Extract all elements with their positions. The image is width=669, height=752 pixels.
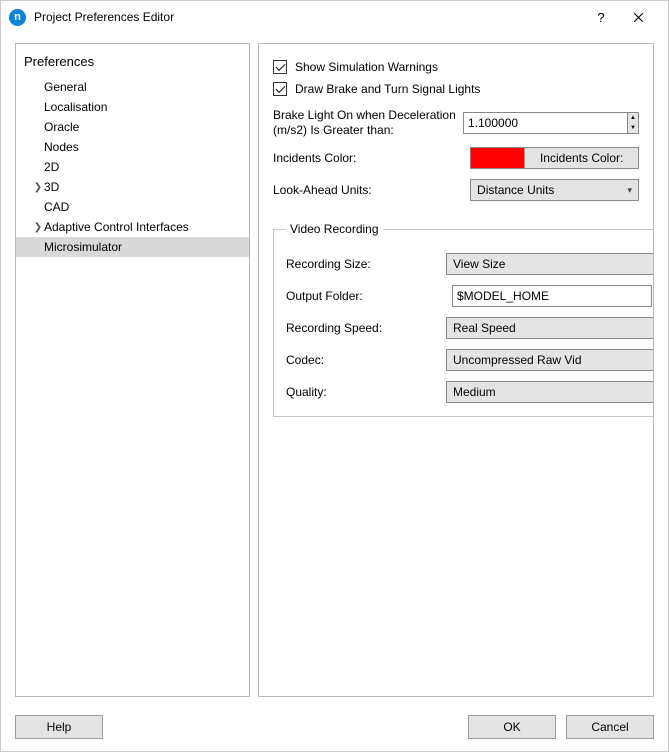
quality-label: Quality: <box>286 385 446 400</box>
tree-item-adaptive-control[interactable]: ❯Adaptive Control Interfaces <box>16 217 249 237</box>
spinner-down-icon[interactable]: ▼ <box>628 123 638 133</box>
draw-lights-label: Draw Brake and Turn Signal Lights <box>295 82 480 96</box>
recording-size-label: Recording Size: <box>286 257 446 272</box>
chevron-down-icon: ▾ <box>627 185 632 196</box>
close-icon <box>633 12 644 23</box>
help-titlebar-button[interactable]: ? <box>584 2 618 32</box>
output-folder-input[interactable] <box>452 285 652 307</box>
incidents-color-button[interactable]: Incidents Color: <box>470 147 639 169</box>
settings-panel: Show Simulation Warnings Draw Brake and … <box>258 43 654 697</box>
ok-button[interactable]: OK <box>468 715 556 739</box>
look-ahead-select[interactable]: Distance Units ▾ <box>470 179 639 201</box>
chevron-right-icon: ❯ <box>32 182 44 193</box>
preferences-header: Preferences <box>16 50 249 73</box>
cancel-button[interactable]: Cancel <box>566 715 654 739</box>
close-button[interactable] <box>618 2 658 32</box>
spinner-buttons[interactable]: ▲ ▼ <box>627 112 639 134</box>
recording-size-select[interactable]: View Size ▾ <box>446 253 654 275</box>
show-warnings-label: Show Simulation Warnings <box>295 60 438 74</box>
brake-light-label: Brake Light On when Deceleration (m/s2) … <box>273 108 463 138</box>
tree-item-cad[interactable]: CAD <box>16 197 249 217</box>
show-warnings-checkbox[interactable] <box>273 60 287 74</box>
incidents-color-label: Incidents Color: <box>273 151 470 166</box>
spinner-up-icon[interactable]: ▲ <box>628 113 638 123</box>
incidents-color-button-label: Incidents Color: <box>525 151 638 165</box>
brake-light-spinner[interactable]: ▲ ▼ <box>463 112 639 134</box>
chevron-right-icon: ❯ <box>32 222 44 233</box>
codec-label: Codec: <box>286 353 446 368</box>
tree-item-nodes[interactable]: Nodes <box>16 137 249 157</box>
recording-speed-select[interactable]: Real Speed ▾ <box>446 317 654 339</box>
tree-item-localisation[interactable]: Localisation <box>16 97 249 117</box>
tree-item-2d[interactable]: 2D <box>16 157 249 177</box>
draw-lights-checkbox[interactable] <box>273 82 287 96</box>
video-recording-legend: Video Recording <box>286 222 383 236</box>
brake-light-input[interactable] <box>463 112 627 134</box>
tree-item-oracle[interactable]: Oracle <box>16 117 249 137</box>
title-bar: n Project Preferences Editor ? <box>1 1 668 33</box>
tree-item-general[interactable]: General <box>16 77 249 97</box>
app-icon: n <box>9 9 26 26</box>
recording-speed-label: Recording Speed: <box>286 321 446 336</box>
output-folder-label: Output Folder: <box>286 289 446 304</box>
preferences-tree: Preferences General Localisation Oracle … <box>15 43 250 697</box>
look-ahead-label: Look-Ahead Units: <box>273 183 470 198</box>
help-button[interactable]: Help <box>15 715 103 739</box>
tree-item-microsimulator[interactable]: Microsimulator <box>16 237 249 257</box>
quality-select[interactable]: Medium ▾ <box>446 381 654 403</box>
tree-item-3d[interactable]: ❯3D <box>16 177 249 197</box>
dialog-footer: Help OK Cancel <box>1 703 668 751</box>
incidents-color-swatch <box>471 148 525 168</box>
window-title: Project Preferences Editor <box>34 10 584 24</box>
codec-select[interactable]: Uncompressed Raw Vid ▾ <box>446 349 654 371</box>
video-recording-group: Video Recording Recording Size: View Siz… <box>273 222 654 417</box>
